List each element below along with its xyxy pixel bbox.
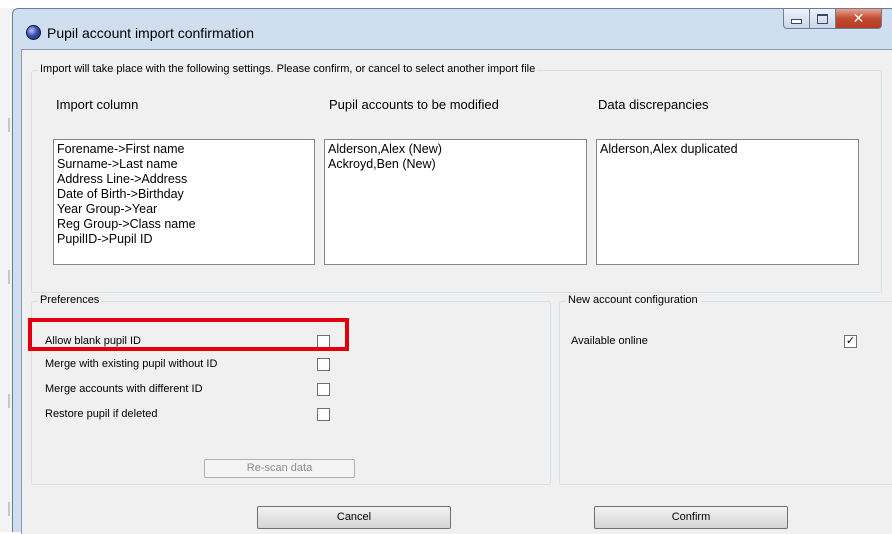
app-icon	[26, 25, 41, 40]
merge-without-id-checkbox[interactable]	[317, 358, 330, 371]
import-settings-group: Import will take place with the followin…	[31, 63, 882, 293]
maximize-button[interactable]	[810, 9, 836, 29]
new-account-config-caption: New account configuration	[566, 294, 700, 306]
list-item[interactable]: PupilID->Pupil ID	[57, 232, 311, 247]
restore-pupil-checkbox[interactable]	[317, 408, 330, 421]
preferences-caption: Preferences	[38, 294, 102, 306]
list-item[interactable]: Ackroyd,Ben (New)	[328, 157, 583, 172]
list-item[interactable]: Alderson,Alex (New)	[328, 142, 583, 157]
cancel-button[interactable]: Cancel	[257, 506, 451, 529]
list-item[interactable]: Forename->First name	[57, 142, 311, 157]
new-account-config-group: New account configuration Available onli…	[559, 294, 892, 485]
restore-pupil-label: Restore pupil if deleted	[45, 408, 158, 420]
rescan-data-button[interactable]: Re-scan data	[204, 459, 355, 478]
list-item[interactable]: Reg Group->Class name	[57, 217, 311, 232]
list-item[interactable]: Address Line->Address	[57, 172, 311, 187]
import-column-header: Import column	[56, 97, 139, 112]
caption-buttons: ✕	[783, 9, 882, 31]
window-title: Pupil account import confirmation	[47, 25, 254, 41]
list-item[interactable]: Alderson,Alex duplicated	[600, 142, 855, 157]
import-column-list[interactable]: Forename->First name Surname->Last name …	[53, 139, 315, 265]
title-bar[interactable]: Pupil account import confirmation ✕	[13, 9, 892, 49]
import-settings-caption: Import will take place with the followin…	[38, 63, 538, 75]
close-button[interactable]: ✕	[836, 9, 882, 29]
checkmark-icon: ✓	[845, 335, 856, 347]
dialog-client-area: Import will take place with the followin…	[21, 49, 892, 534]
minimize-icon	[791, 19, 802, 24]
minimize-button[interactable]	[783, 9, 810, 29]
list-item[interactable]: Date of Birth->Birthday	[57, 187, 311, 202]
available-online-label: Available online	[571, 335, 648, 347]
merge-without-id-label: Merge with existing pupil without ID	[45, 358, 218, 370]
pupil-accounts-list[interactable]: Alderson,Alex (New) Ackroyd,Ben (New)	[324, 139, 587, 265]
data-discrepancies-header: Data discrepancies	[598, 97, 709, 112]
merge-different-id-label: Merge accounts with different ID	[45, 383, 203, 395]
available-online-checkbox[interactable]: ✓	[844, 335, 857, 348]
pupil-accounts-header: Pupil accounts to be modified	[329, 97, 499, 112]
allow-blank-pupil-id-label: Allow blank pupil ID	[45, 335, 141, 347]
allow-blank-pupil-id-checkbox[interactable]	[317, 335, 330, 348]
close-icon: ✕	[852, 10, 865, 26]
background-strip	[0, 0, 892, 8]
preferences-group: Preferences Allow blank pupil ID Merge w…	[31, 294, 551, 485]
merge-different-id-checkbox[interactable]	[317, 383, 330, 396]
data-discrepancies-list[interactable]: Alderson,Alex duplicated	[596, 139, 859, 265]
list-item[interactable]: Surname->Last name	[57, 157, 311, 172]
list-item[interactable]: Year Group->Year	[57, 202, 311, 217]
dialog-window: Pupil account import confirmation ✕ Impo…	[12, 8, 892, 534]
confirm-button[interactable]: Confirm	[594, 506, 788, 529]
maximize-icon	[817, 13, 828, 24]
